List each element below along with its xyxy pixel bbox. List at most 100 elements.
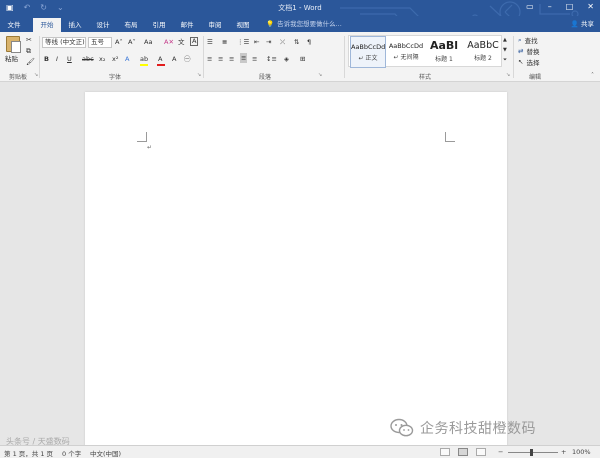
select-button[interactable]: ↖ 选择 <box>518 57 539 67</box>
language-indicator[interactable]: 中文(中国) <box>90 448 121 458</box>
character-shading-icon[interactable]: A <box>172 54 176 64</box>
group-divider <box>513 36 514 78</box>
tab-file[interactable]: 文件 <box>2 18 26 32</box>
styles-launcher-icon[interactable]: ↘ <box>506 72 510 78</box>
page-count[interactable]: 第 1 页，共 1 页 <box>4 448 53 458</box>
tab-insert[interactable]: 插入 <box>63 18 87 32</box>
zoom-slider-track[interactable] <box>508 452 558 453</box>
title-bar: ▣ ↶ ↻ ⌄ 文档1 - Word ▭ – □ ✕ <box>0 0 600 31</box>
maximize-icon[interactable]: □ <box>566 2 574 11</box>
line-spacing-icon[interactable]: ↕≡ <box>266 54 277 64</box>
style-heading-1[interactable]: AaBl 标题 1 <box>426 36 462 68</box>
minimize-icon[interactable]: – <box>548 2 552 11</box>
grow-font-button[interactable]: A˄ <box>115 37 123 47</box>
styles-scroll-up-icon[interactable]: ▲ <box>503 35 507 45</box>
text-effects-icon[interactable]: A <box>125 54 129 64</box>
font-size-select[interactable]: 五号 <box>88 37 112 48</box>
chinese-layout-icon[interactable]: ⤫ <box>280 37 285 47</box>
clipboard-launcher-icon[interactable]: ↘ <box>34 72 38 78</box>
show-marks-icon[interactable]: ¶ <box>307 37 311 47</box>
group-label-clipboard: 剪贴板 <box>8 74 27 81</box>
paragraph-mark: ↵ <box>147 144 153 151</box>
tab-mailings[interactable]: 邮件 <box>175 18 199 32</box>
document-title: 文档1 - Word <box>278 4 322 12</box>
zoom-out-button[interactable]: − <box>498 448 503 456</box>
tab-layout[interactable]: 布局 <box>119 18 143 32</box>
font-name-select[interactable]: 等线 (中文正) <box>42 37 86 48</box>
clear-formatting-icon[interactable]: A✕ <box>164 37 174 47</box>
phonetic-guide-icon[interactable]: 文 <box>178 37 185 47</box>
tab-references[interactable]: 引用 <box>147 18 171 32</box>
document-page[interactable]: ↵ <box>85 92 507 452</box>
zoom-slider-thumb[interactable] <box>530 449 533 456</box>
borders-icon[interactable]: ⊞ <box>300 54 305 64</box>
share-button[interactable]: 👤 共享 <box>571 18 594 30</box>
decrease-indent-icon[interactable]: ⇤ <box>254 37 259 47</box>
cursor-icon: ↖ <box>518 58 524 66</box>
zoom-level[interactable]: 100% <box>572 448 591 456</box>
tab-review[interactable]: 审阅 <box>203 18 227 32</box>
align-center-icon[interactable]: ≡ <box>218 54 223 64</box>
strikethrough-button[interactable]: abc <box>82 54 94 64</box>
align-left-icon[interactable]: ≡ <box>207 54 212 64</box>
style-normal[interactable]: AaBbCcDd ↵ 正文 <box>350 36 386 68</box>
collapse-ribbon-icon[interactable]: ˄ <box>591 72 594 79</box>
read-mode-icon[interactable] <box>440 448 450 456</box>
highlight-button[interactable]: ab <box>140 54 148 64</box>
bold-button[interactable]: B <box>44 54 49 64</box>
numbering-icon[interactable]: ≣ <box>222 37 227 47</box>
word-count[interactable]: 0 个字 <box>62 448 81 458</box>
copy-icon[interactable]: ⧉ <box>26 46 31 56</box>
underline-button[interactable]: U <box>67 54 72 64</box>
styles-gallery: AaBbCcDd ↵ 正文 AaBbCcDd ↵ 无间隔 AaBl 标题 1 A… <box>348 35 502 68</box>
document-area[interactable]: ↵ <box>0 83 600 452</box>
format-painter-icon[interactable]: 🖌 <box>26 57 35 67</box>
zoom-in-button[interactable]: + <box>561 448 566 456</box>
align-right-icon[interactable]: ≡ <box>229 54 234 64</box>
distributed-icon[interactable]: ≡ <box>252 54 257 64</box>
tab-view[interactable]: 视图 <box>231 18 255 32</box>
style-no-spacing[interactable]: AaBbCcDd ↵ 无间隔 <box>388 36 424 68</box>
paste-icon[interactable] <box>6 36 21 53</box>
shrink-font-button[interactable]: A˅ <box>128 37 136 47</box>
web-layout-icon[interactable] <box>476 448 486 456</box>
print-layout-icon[interactable] <box>458 448 468 456</box>
italic-button[interactable]: I <box>56 54 58 64</box>
find-label: 查找 <box>524 37 538 45</box>
multilevel-list-icon[interactable]: ⋮☰ <box>237 37 249 47</box>
find-button[interactable]: ⌕ 查找 <box>518 35 538 46</box>
character-border-icon[interactable]: A <box>190 37 199 46</box>
bullets-icon[interactable]: ☰ <box>207 37 213 47</box>
sort-icon[interactable]: ⇅ <box>294 37 299 47</box>
style-preview: AaBbCcDd <box>351 43 385 51</box>
watermark-right: 企务科技甜橙数码 <box>390 418 536 438</box>
window-controls: ▭ – □ ✕ <box>526 2 594 11</box>
font-launcher-icon[interactable]: ↘ <box>197 72 201 78</box>
superscript-button[interactable]: x² <box>112 54 118 64</box>
replace-label: 替换 <box>526 48 540 56</box>
change-case-button[interactable]: Aa <box>144 37 152 47</box>
justify-icon[interactable]: ≡ <box>240 53 248 63</box>
font-color-button[interactable]: A <box>158 54 162 64</box>
paragraph-launcher-icon[interactable]: ↘ <box>318 72 322 78</box>
ribbon-options-icon[interactable]: ▭ <box>526 2 534 11</box>
shading-icon[interactable]: ◈ <box>284 54 289 64</box>
style-heading-2[interactable]: AaBbC 标题 2 <box>464 36 502 68</box>
close-icon[interactable]: ✕ <box>587 2 594 11</box>
replace-button[interactable]: ⇄ 替换 <box>518 46 539 56</box>
group-label-styles: 样式 <box>418 74 431 81</box>
tab-design[interactable]: 设计 <box>91 18 115 32</box>
styles-scroll-down-icon[interactable]: ▼ <box>503 45 507 55</box>
increase-indent-icon[interactable]: ⇥ <box>266 37 271 47</box>
style-name: ↵ 正文 <box>358 55 378 62</box>
paste-button-label[interactable]: 粘贴 <box>5 54 18 64</box>
style-name: 标题 2 <box>474 55 492 62</box>
tab-home[interactable]: 开始 <box>33 18 61 32</box>
tell-me-box[interactable]: 💡 告诉我您想要做什么... <box>266 18 342 30</box>
styles-more-icon[interactable]: ⏷ <box>503 55 507 65</box>
subscript-button[interactable]: x₂ <box>99 54 105 64</box>
enclose-character-icon[interactable]: ㊀ <box>184 54 191 64</box>
cut-icon[interactable]: ✂ <box>26 35 32 45</box>
style-preview: AaBbCcDd <box>388 42 424 50</box>
search-icon: ⌕ <box>518 35 522 44</box>
